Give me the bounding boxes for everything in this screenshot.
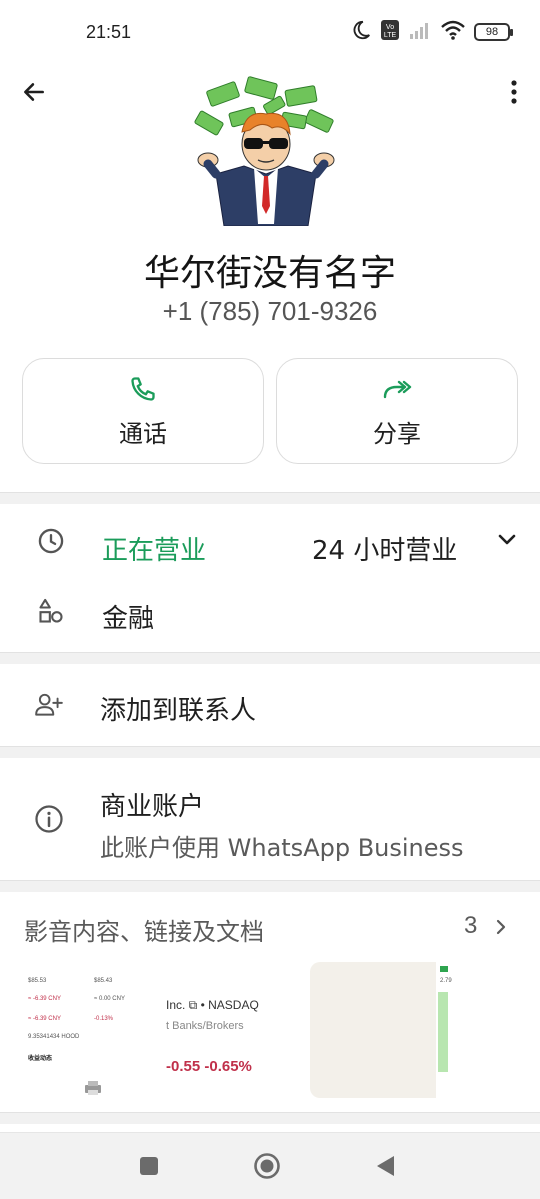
recents-button[interactable] [134, 1151, 164, 1181]
hours-expand-button[interactable] [494, 526, 520, 552]
square-icon [140, 1157, 158, 1175]
add-to-contacts-label: 添加到联系人 [100, 696, 257, 726]
wifi-icon [440, 19, 466, 45]
status-icons: Vo LTE 98 [350, 19, 513, 45]
thumb-text: t Banks/Brokers [166, 1020, 244, 1032]
printer-icon [85, 1081, 101, 1095]
svg-text:Vo: Vo [386, 24, 394, 31]
section-divider [0, 492, 540, 504]
open-status: 正在营业 [102, 536, 207, 566]
business-account-title: 商业账户 [100, 792, 205, 822]
thumb-text: 收益动态 [28, 1056, 53, 1062]
call-button[interactable]: 通话 [22, 358, 264, 464]
business-hours: 24 小时营业 [312, 536, 458, 566]
media-thumbnail[interactable] [310, 962, 446, 1098]
section-divider [0, 1112, 540, 1124]
section-divider [0, 652, 540, 664]
thumb-text: $85.43 [94, 978, 113, 984]
more-options-button[interactable] [502, 72, 526, 112]
chevron-down-icon [498, 534, 516, 545]
add-to-contacts-row[interactable] [0, 664, 540, 746]
volte-icon: Vo LTE [380, 19, 400, 45]
thumb-bar [438, 992, 448, 1072]
triangle-back-icon [377, 1156, 394, 1176]
signal-icon [408, 20, 432, 44]
thumb-text: $85.53 [28, 978, 47, 984]
media-count[interactable]: 3 [464, 912, 477, 940]
system-nav-bar [0, 1132, 540, 1199]
status-bar: 21:51 Vo LTE 98 [0, 0, 540, 66]
section-divider [0, 880, 540, 892]
thumb-text: ≈ -6.39 CNY [28, 1016, 61, 1022]
share-icon [381, 374, 413, 404]
thumb-chip [440, 966, 448, 972]
status-time: 21:51 [86, 22, 132, 42]
thumb-text: ≈ 0.00 CNY [94, 996, 125, 1002]
thumb-text: 2.79 [440, 978, 452, 984]
share-button[interactable]: 分享 [276, 358, 518, 464]
category-icon [36, 596, 66, 626]
thumb-text: -0.55 -0.65% [166, 1058, 252, 1075]
business-account-subtitle: 此账户使用 WhatsApp Business [100, 834, 464, 862]
moon-icon [350, 19, 372, 45]
home-button[interactable] [252, 1151, 282, 1181]
media-thumbnail[interactable]: Inc. ⧉ • NASDAQ t Banks/Brokers -0.55 -0… [166, 962, 302, 1098]
phone-icon [129, 374, 157, 404]
thumb-text: Inc. ⧉ • NASDAQ [166, 998, 259, 1012]
thumb-text: 9.35341434 HOOD [28, 1034, 80, 1040]
section-divider [0, 746, 540, 758]
svg-text:LTE: LTE [384, 32, 397, 39]
home-circle-icon [254, 1153, 280, 1179]
more-vert-icon [511, 80, 517, 104]
back-button[interactable] [14, 72, 54, 112]
person-add-icon [34, 690, 64, 720]
share-label: 分享 [373, 419, 421, 448]
avatar[interactable] [186, 74, 346, 227]
arrow-left-icon [24, 83, 44, 101]
back-nav-button[interactable] [370, 1151, 400, 1181]
contact-name: 华尔街没有名字 [143, 253, 396, 294]
media-open-button[interactable] [490, 914, 512, 940]
thumb-text: -0.13% [94, 1016, 114, 1022]
business-category: 金融 [102, 604, 155, 634]
battery-icon: 98 [474, 23, 513, 41]
contact-phone: +1 (785) 701-9326 [162, 296, 378, 326]
chevron-right-icon [496, 919, 506, 935]
media-thumbnail[interactable]: $85.53 $85.43 ≈ -6.39 CNY ≈ 0.00 CNY ≈ -… [24, 962, 160, 1098]
media-section-title[interactable]: 影音内容、链接及文档 [24, 912, 264, 947]
clock-icon [36, 526, 66, 556]
info-icon [34, 804, 64, 834]
media-thumbnail[interactable]: 2.79 [436, 962, 466, 1098]
call-label: 通话 [119, 419, 167, 448]
thumb-text: ≈ -6.39 CNY [28, 996, 61, 1002]
